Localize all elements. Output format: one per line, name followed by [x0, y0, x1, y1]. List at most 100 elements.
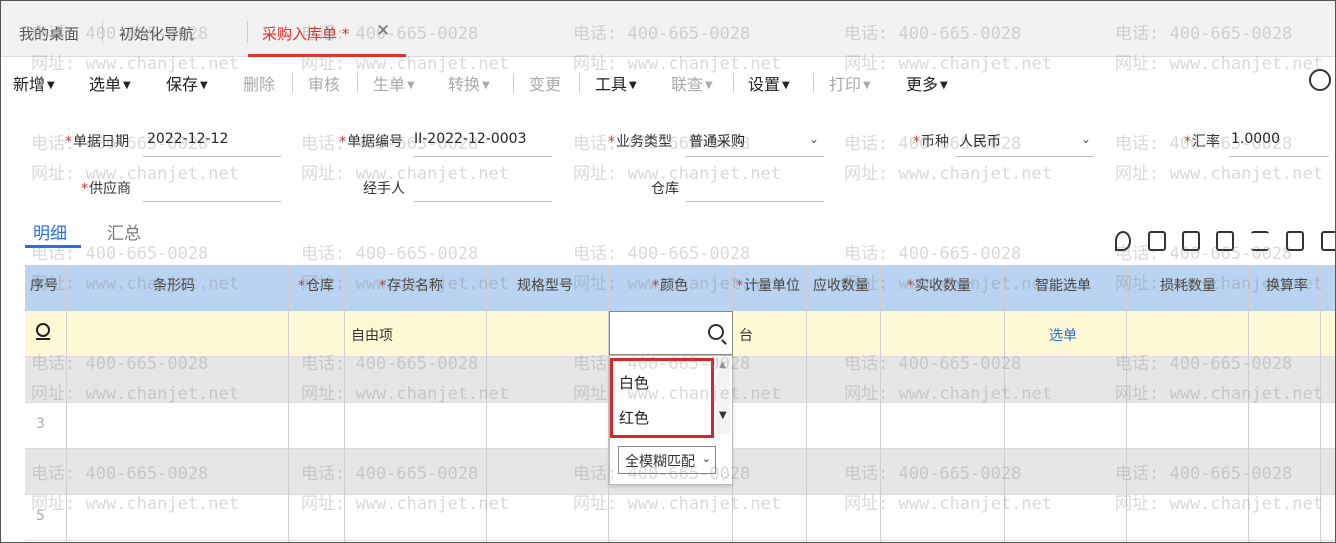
tab-purchase-receipt[interactable]: 采购入库单 * — [262, 23, 349, 44]
header-barcode: 条形码 — [153, 278, 195, 294]
new-button[interactable]: 新增 ▼ — [13, 71, 55, 95]
header-color: *颜色 — [652, 278, 688, 294]
scroll-up-icon[interactable]: ▲ — [719, 360, 726, 370]
warehouse-field[interactable] — [686, 201, 824, 202]
tab-divider — [102, 21, 103, 43]
add-row-icon[interactable] — [1148, 231, 1166, 251]
rate-label: *汇率 — [1184, 134, 1220, 150]
convert-button[interactable]: 转换 ▼ — [448, 71, 490, 95]
toolbar-divider — [733, 73, 734, 93]
print-button[interactable]: 打印 ▼ — [829, 71, 871, 95]
delete-button[interactable]: 删除 — [243, 71, 275, 95]
col-spec — [487, 265, 609, 542]
chevron-down-icon: ▼ — [705, 80, 713, 91]
chevron-down-icon: ▼ — [863, 80, 871, 91]
header-unit: *计量单位 — [736, 278, 800, 294]
row-operation-icon[interactable] — [34, 321, 52, 341]
query-button[interactable]: 联查 ▼ — [671, 71, 713, 95]
tools-button[interactable]: 工具 ▼ — [595, 71, 637, 95]
col-rate — [1249, 265, 1321, 542]
header-seq: 序号 — [30, 278, 58, 294]
biz-type-select[interactable]: 普通采购 — [689, 131, 745, 151]
col-unit — [733, 265, 807, 542]
change-button[interactable]: 变更 — [529, 71, 561, 95]
watermark-site: 网址: www.chanjet.net — [31, 164, 239, 184]
layout-icon[interactable] — [1286, 231, 1304, 251]
toolbar-divider — [579, 73, 580, 93]
settings-button[interactable]: 设置 ▼ — [748, 71, 790, 95]
handler-label: 经手人 — [363, 181, 405, 197]
sort-icon[interactable] — [1251, 231, 1269, 251]
field-underline — [1229, 156, 1329, 157]
generate-button[interactable]: 生单 ▼ — [373, 71, 415, 95]
location-icon[interactable] — [1115, 231, 1131, 251]
select-bill-button[interactable]: 选单 ▼ — [89, 71, 131, 95]
col-actual-qty — [881, 265, 1005, 542]
currency-select[interactable]: 人民币 — [959, 131, 1001, 151]
search-icon[interactable] — [1309, 69, 1331, 91]
supplier-field[interactable] — [143, 201, 281, 202]
tab-init-guide[interactable]: 初始化导航 — [119, 23, 194, 44]
search-icon[interactable] — [708, 324, 724, 340]
color-option-white[interactable]: 白色 — [619, 372, 649, 393]
chevron-down-icon: ▼ — [629, 80, 637, 91]
field-underline — [143, 156, 281, 157]
header-smart-select: 智能选单 — [1035, 278, 1091, 294]
tab-summary[interactable]: 汇总 — [107, 219, 141, 244]
date-label: *单据日期 — [65, 134, 129, 150]
audit-button[interactable]: 审核 — [308, 71, 340, 95]
col-seq — [25, 265, 67, 542]
document-icon[interactable] — [1216, 231, 1234, 251]
more-button[interactable]: 更多 ▼ — [906, 71, 948, 95]
active-tab-indicator — [25, 245, 81, 248]
copy-row-icon[interactable] — [1182, 231, 1200, 251]
color-input[interactable] — [609, 311, 733, 355]
watermark-phone: 电话: 400-665-0028 — [301, 244, 479, 264]
smart-select-link[interactable]: 选单 — [1049, 325, 1077, 345]
chevron-down-icon: ▼ — [123, 80, 131, 91]
number-field[interactable]: II-2022-12-0003 — [414, 131, 527, 147]
image-icon[interactable] — [1321, 231, 1335, 251]
rate-field[interactable]: 1.0000 — [1231, 131, 1280, 147]
scroll-down-icon[interactable]: ▼ — [719, 410, 727, 421]
watermark-site: 网址: www.chanjet.net — [301, 164, 509, 184]
currency-label: *币种 — [913, 134, 949, 150]
save-button[interactable]: 保存 ▼ — [166, 71, 208, 95]
color-dropdown: 白色 红色 ▲ ▼ 全模糊匹配 ⌄ ⋰ — [609, 355, 733, 485]
dropdown-scrollbar[interactable]: ▲ ▼ — [716, 358, 730, 434]
col-loss-qty — [1127, 265, 1249, 542]
header-spec: 规格型号 — [517, 278, 573, 294]
warehouse-label: 仓库 — [651, 181, 679, 197]
chevron-down-icon: ▼ — [47, 80, 55, 91]
header-actual-qty: *实收数量 — [907, 278, 971, 294]
chevron-down-icon[interactable]: ⌄ — [809, 132, 819, 146]
close-icon[interactable]: ✕ — [376, 21, 390, 41]
number-label: *单据编号 — [339, 134, 403, 150]
header-rate: 换算率 — [1266, 278, 1308, 294]
toolbar-divider — [357, 73, 358, 93]
header-due-qty: 应收数量 — [813, 278, 869, 294]
chevron-down-icon: ▼ — [940, 80, 948, 91]
chevron-down-icon: ⌄ — [701, 452, 711, 465]
color-option-red[interactable]: 红色 — [619, 407, 649, 428]
tab-detail[interactable]: 明细 — [33, 219, 67, 244]
watermark-phone: 电话: 400-665-0028 — [573, 244, 751, 264]
watermark-site: 网址: www.chanjet.net — [844, 164, 1052, 184]
col-item-name — [345, 265, 487, 542]
toolbar-divider — [292, 73, 293, 93]
watermark-phone: 电话: 400-665-0028 — [844, 244, 1022, 264]
toolbar-divider — [513, 73, 514, 93]
biz-type-label: *业务类型 — [608, 134, 672, 150]
header-loss-qty: 损耗数量 — [1160, 278, 1216, 294]
chevron-down-icon: ▼ — [482, 80, 490, 91]
header-item-name: *存货名称 — [379, 278, 443, 294]
unit-cell[interactable]: 台 — [739, 325, 753, 345]
item-name-cell[interactable]: 自由项 — [351, 325, 393, 345]
match-mode-select[interactable]: 全模糊匹配 ⌄ — [618, 446, 716, 474]
handler-field[interactable] — [414, 201, 552, 202]
date-field[interactable]: 2022-12-12 — [147, 131, 228, 147]
resize-handle[interactable]: ⋰ — [722, 473, 730, 482]
tab-my-desktop[interactable]: 我的桌面 — [19, 23, 79, 44]
col-smart-select — [1005, 265, 1127, 542]
chevron-down-icon[interactable]: ⌄ — [1081, 132, 1091, 146]
